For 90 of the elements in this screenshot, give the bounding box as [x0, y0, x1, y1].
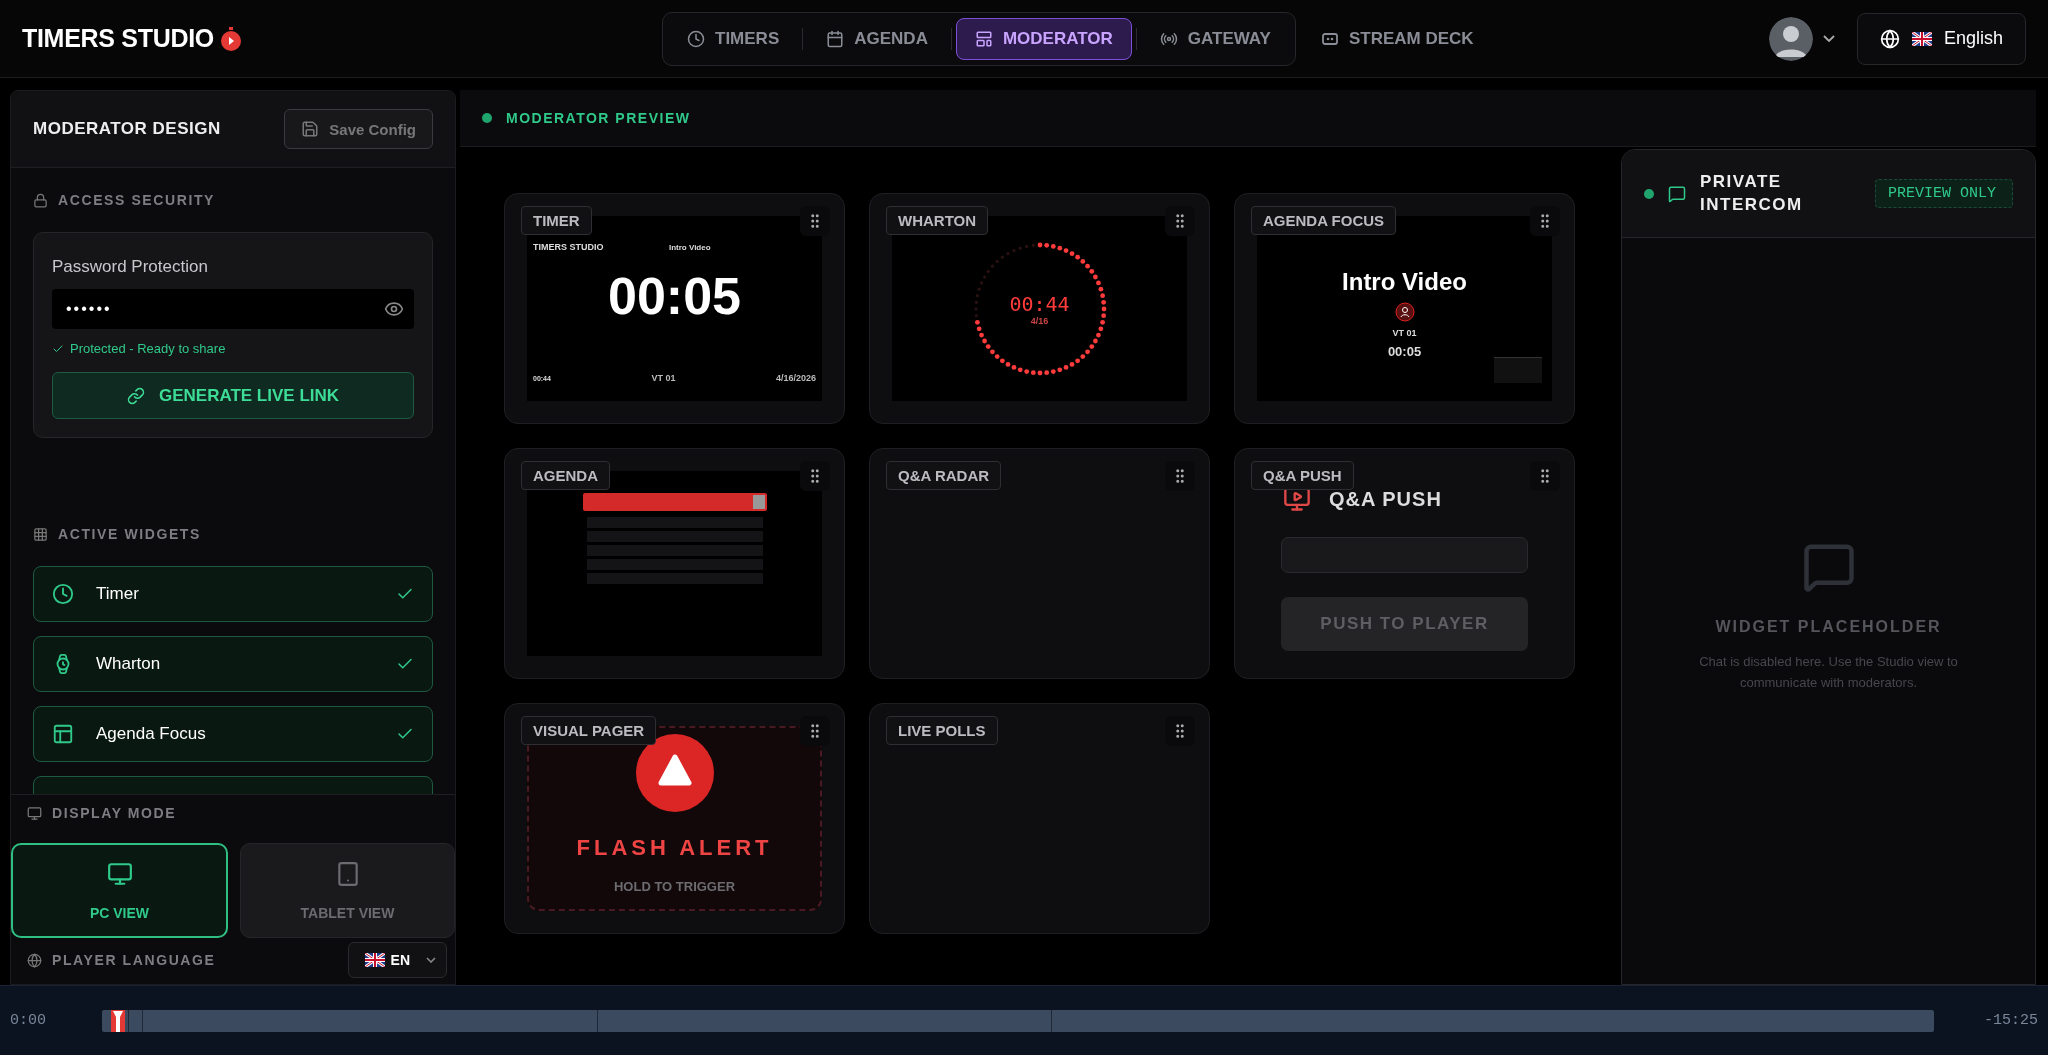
- event-title: Intro Video: [668, 242, 711, 252]
- preview-title: MODERATOR PREVIEW: [506, 110, 691, 126]
- person-icon: [1394, 302, 1415, 322]
- event-title: Intro Video: [1342, 268, 1467, 296]
- nav-tab[interactable]: MODERATOR: [955, 17, 1132, 60]
- widget-tag: WHARTON: [886, 206, 989, 235]
- countdown-display: 00:44: [1009, 291, 1070, 316]
- caret-icon: [1822, 35, 1835, 42]
- drag-handle[interactable]: [1530, 461, 1560, 491]
- remaining-time: -15:25: [1984, 1012, 2038, 1029]
- link-icon: [126, 386, 145, 405]
- drag-handle[interactable]: [800, 206, 830, 236]
- widget-tag: AGENDA: [521, 461, 610, 490]
- drag-handle[interactable]: [1165, 461, 1195, 491]
- layout-icon: [974, 29, 993, 48]
- section-title: DISPLAY MODE: [52, 805, 177, 821]
- intercom-title: PRIVATE INTERCOM: [1700, 171, 1804, 216]
- widget-toggle[interactable]: Agenda Focus: [33, 706, 433, 762]
- flag-icon: [1911, 31, 1932, 46]
- panel-title: MODERATOR DESIGN: [33, 119, 221, 139]
- display-mode-button[interactable]: PC VIEW: [11, 843, 228, 938]
- qa-push-heading: Q&A PUSH: [1329, 487, 1442, 511]
- section-title: PLAYER LANGUAGE: [52, 952, 216, 968]
- field-label: Password Protection: [52, 257, 209, 277]
- save-config-button[interactable]: Save Config: [284, 109, 433, 149]
- brand-text: TIMERS STUDIO: [533, 242, 604, 252]
- date-text: 4/16/2026: [775, 373, 816, 383]
- language-button[interactable]: English: [1856, 12, 2026, 65]
- timer-display: 00:05: [1387, 344, 1422, 359]
- logo-text: TIMERS STUDIO: [22, 24, 214, 53]
- chat-icon: [1668, 184, 1686, 203]
- widget-toggle[interactable]: Wharton: [33, 636, 433, 692]
- drag-handle[interactable]: [1530, 206, 1560, 236]
- language-select[interactable]: EN: [347, 942, 447, 978]
- clock-icon: [52, 583, 74, 605]
- widget-tag: VISUAL PAGER: [521, 716, 657, 745]
- account-menu[interactable]: [1768, 16, 1835, 61]
- hint-text: HOLD TO TRIGGER: [613, 879, 736, 894]
- calendar-icon: [826, 29, 845, 48]
- section-title: ACCESS SECURITY: [58, 192, 216, 208]
- nav-tab[interactable]: TIMERS: [668, 17, 799, 60]
- section-title: ACTIVE WIDGETS: [58, 526, 201, 542]
- nav-tab[interactable]: STREAM DECK: [1301, 17, 1493, 60]
- progress-count: 4/16: [1030, 315, 1049, 326]
- globe-icon: [27, 952, 42, 968]
- status-dot: [1644, 188, 1654, 199]
- stopwatch-icon: [219, 26, 242, 51]
- mini-panel: [1494, 357, 1542, 383]
- avatar-icon: [1768, 16, 1813, 61]
- drag-handle[interactable]: [800, 716, 830, 746]
- lock-icon: [33, 192, 48, 208]
- caret-icon: [426, 957, 436, 963]
- drag-handle[interactable]: [800, 461, 830, 491]
- widget-tag: Q&A PUSH: [1251, 461, 1354, 490]
- placeholder-title: WIDGET PLACEHOLDER: [1715, 618, 1942, 637]
- widget-tag: TIMER: [521, 206, 592, 235]
- widget-tag: AGENDA FOCUS: [1251, 206, 1397, 235]
- status-text: Protected - Ready to share: [70, 341, 226, 356]
- save-icon: [301, 120, 320, 138]
- grid-icon: [33, 526, 48, 542]
- globe-icon: [1879, 28, 1900, 49]
- widget-label: Agenda Focus: [96, 724, 207, 744]
- drag-handle[interactable]: [1165, 716, 1195, 746]
- flag-icon: [364, 953, 385, 967]
- cue-label: VT 01: [651, 373, 676, 383]
- layout-icon: [52, 723, 74, 745]
- widget-label: Timer: [96, 584, 140, 604]
- timer-display: 00:05: [607, 266, 742, 326]
- eye-icon[interactable]: [384, 299, 404, 319]
- monitor-icon: [27, 805, 42, 821]
- timeline-track[interactable]: [102, 1009, 1934, 1032]
- status-dot: [482, 113, 492, 123]
- widget-tag: LIVE POLLS: [886, 716, 998, 745]
- widget-tag: Q&A RADAR: [886, 461, 1002, 490]
- password-field[interactable]: ••••••: [52, 289, 414, 329]
- start-time: 0:00: [10, 1012, 46, 1029]
- nav-tab[interactable]: AGENDA: [807, 17, 947, 60]
- widget-label: Wharton: [96, 654, 162, 674]
- drag-handle[interactable]: [1165, 206, 1195, 236]
- widget-toggle[interactable]: Timer: [33, 566, 433, 622]
- playhead[interactable]: [111, 1009, 126, 1032]
- flash-alert-label: FLASH ALERT: [576, 835, 773, 861]
- clock-icon: [687, 29, 705, 48]
- monitor-icon: [106, 860, 133, 887]
- placeholder-text: Chat is disabled here. Use the Studio view to communicate with moderators.: [1698, 653, 1959, 693]
- preview-only-badge: PREVIEW ONLY: [1875, 179, 2013, 208]
- generate-link-button[interactable]: GENERATE LIVE LINK: [52, 372, 414, 419]
- question-field[interactable]: [1281, 537, 1528, 573]
- cue-label: VT 01: [1392, 328, 1417, 338]
- nav-tab[interactable]: GATEWAY: [1140, 17, 1290, 60]
